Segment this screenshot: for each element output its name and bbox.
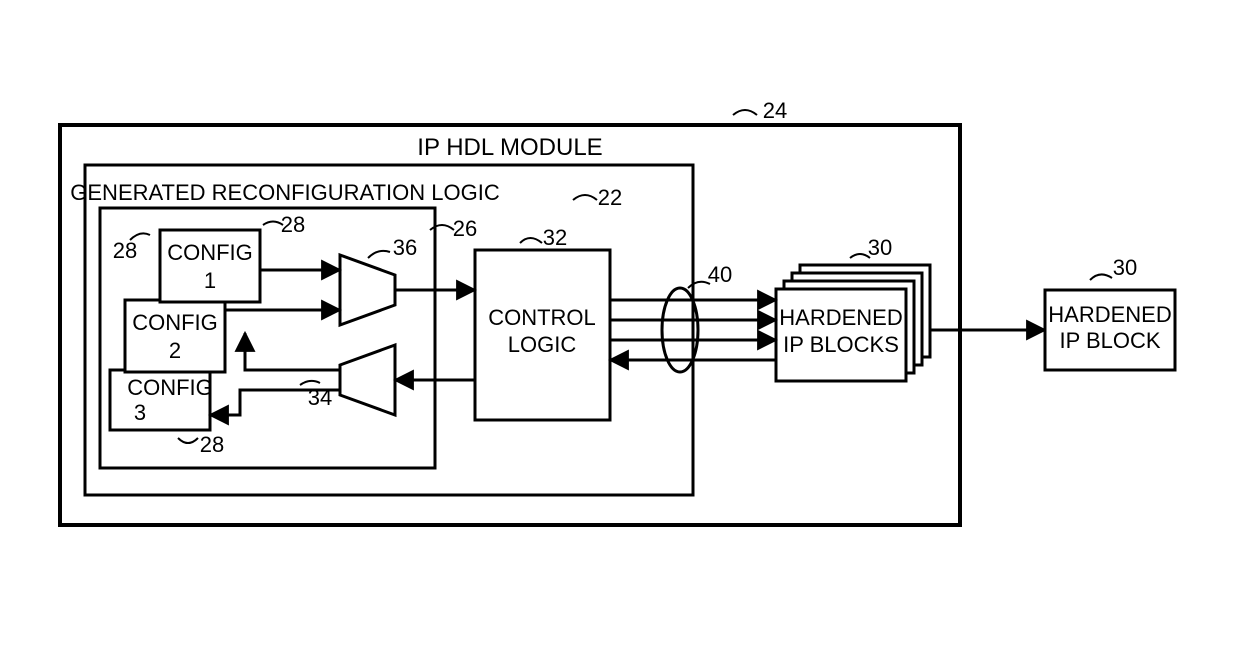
- hardened-ext-label-1: HARDENED: [1048, 302, 1171, 327]
- ref-28a: 28: [113, 238, 137, 263]
- hardened-stack-label-1: HARDENED: [779, 305, 902, 330]
- config-1-label-1: CONFIG: [167, 240, 253, 265]
- ref-28c: 28: [200, 432, 224, 457]
- control-logic-label-2: LOGIC: [508, 332, 577, 357]
- diagram-canvas: IP HDL MODULE 24 22 GENERATED RECONFIGUR…: [0, 0, 1240, 648]
- hardened-ext-label-2: IP BLOCK: [1059, 328, 1160, 353]
- ref-28b: 28: [281, 212, 305, 237]
- control-logic-label-1: CONTROL: [488, 305, 596, 330]
- ref-30a: 30: [868, 235, 892, 260]
- config-3-label-2: 3: [134, 400, 146, 425]
- config-3-label-1: CONFIG: [127, 375, 213, 400]
- ref-leader-24: [733, 110, 757, 115]
- ref-40: 40: [708, 262, 732, 287]
- ref-24: 24: [763, 98, 787, 123]
- ref-36: 36: [393, 235, 417, 260]
- ref-32: 32: [543, 225, 567, 250]
- ref-22: 22: [598, 185, 622, 210]
- ref-leader-30b: [1090, 274, 1112, 280]
- ip-hdl-module-title: IP HDL MODULE: [417, 134, 602, 161]
- config-2-label-2: 2: [169, 338, 181, 363]
- config-2-label-1: CONFIG: [132, 310, 218, 335]
- hardened-stack-label-2: IP BLOCKS: [783, 332, 899, 357]
- ref-26: 26: [453, 216, 477, 241]
- config-1-label-2: 1: [204, 268, 216, 293]
- ref-30b: 30: [1113, 255, 1137, 280]
- reconfig-logic-title: GENERATED RECONFIGURATION LOGIC: [70, 180, 500, 205]
